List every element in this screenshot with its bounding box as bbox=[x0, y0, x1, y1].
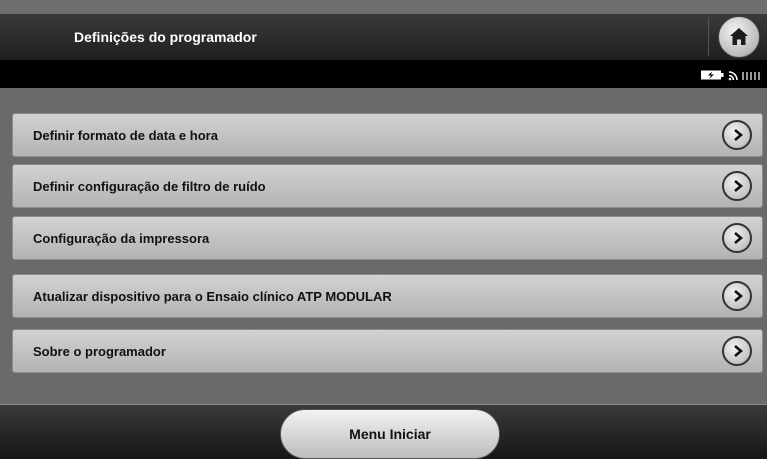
page-title: Definições do programador bbox=[74, 29, 257, 45]
settings-menu-list: Definir formato de data e hora Definir c… bbox=[0, 88, 767, 404]
menu-item-date-time[interactable]: Definir formato de data e hora bbox=[12, 113, 763, 157]
status-bar bbox=[0, 60, 767, 88]
status-icons bbox=[701, 68, 761, 81]
menu-item-label: Definir formato de data e hora bbox=[33, 128, 218, 143]
title-bar: Definições do programador bbox=[0, 14, 767, 61]
menu-item-about[interactable]: Sobre o programador bbox=[12, 329, 763, 373]
home-button[interactable] bbox=[718, 16, 760, 58]
menu-item-printer[interactable]: Configuração da impressora bbox=[12, 216, 763, 260]
home-icon bbox=[730, 28, 748, 45]
menu-item-label: Sobre o programador bbox=[33, 344, 166, 359]
chevron-right-icon[interactable] bbox=[722, 223, 752, 253]
main-menu-button[interactable]: Menu Iniciar bbox=[280, 409, 500, 459]
wireless-icon bbox=[728, 71, 738, 81]
menu-item-label: Atualizar dispositivo para o Ensaio clín… bbox=[33, 289, 392, 304]
chevron-right-icon[interactable] bbox=[722, 171, 752, 201]
programmer-screen: Definições do programador Definir format… bbox=[0, 0, 767, 459]
menu-item-noise-filter[interactable]: Definir configuração de filtro de ruído bbox=[12, 164, 763, 208]
chevron-right-icon[interactable] bbox=[722, 120, 752, 150]
menu-item-label: Configuração da impressora bbox=[33, 231, 210, 246]
chevron-right-icon[interactable] bbox=[722, 281, 752, 311]
bottom-bar: Menu Iniciar bbox=[0, 404, 767, 459]
menu-item-update-device[interactable]: Atualizar dispositivo para o Ensaio clín… bbox=[12, 274, 763, 318]
signal-bars-icon bbox=[742, 72, 760, 80]
chevron-right-icon[interactable] bbox=[722, 336, 752, 366]
title-divider bbox=[708, 18, 709, 56]
battery-charging-icon bbox=[701, 70, 724, 80]
menu-item-label: Definir configuração de filtro de ruído bbox=[33, 179, 266, 194]
